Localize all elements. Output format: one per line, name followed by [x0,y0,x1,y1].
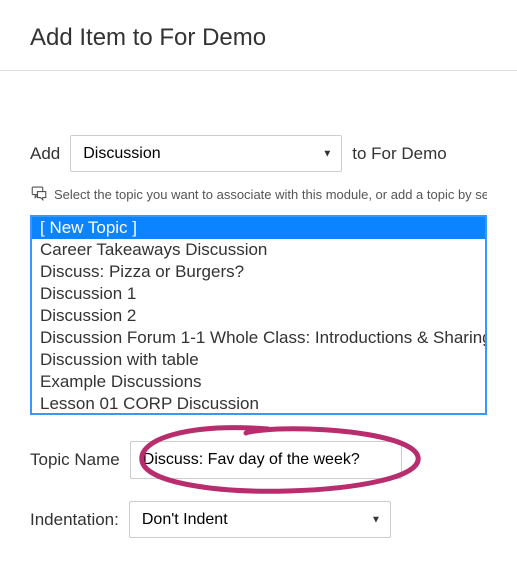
topic-option[interactable]: Discussion 1 [32,283,485,305]
helper-text: Select the topic you want to associate w… [54,187,487,202]
topic-option[interactable]: [ New Topic ] [32,217,485,239]
indentation-row: Indentation: Don't Indent [30,501,487,538]
indentation-select-input[interactable]: Don't Indent [129,501,391,538]
topic-option[interactable]: Discussion Forum 1-1 Whole Class: Introd… [32,327,485,349]
to-label: to For Demo [352,144,446,164]
add-label: Add [30,144,60,164]
indentation-select[interactable]: Don't Indent [129,501,391,538]
topic-name-row: Topic Name [30,441,487,479]
topic-option[interactable]: Career Takeaways Discussion [32,239,485,261]
add-type-select[interactable]: Discussion [70,135,342,172]
discussion-icon [30,184,48,205]
topic-option[interactable]: Example Discussions [32,371,485,393]
topic-name-label: Topic Name [30,450,120,470]
topics-listbox[interactable]: [ New Topic ]Career Takeaways Discussion… [30,215,487,415]
topic-option[interactable]: Lesson 01 CORP Discussion [32,393,485,415]
topic-option[interactable]: Discuss: Pizza or Burgers? [32,261,485,283]
page-title: Add Item to For Demo [30,24,487,52]
add-type-select-input[interactable]: Discussion [70,135,342,172]
topic-option[interactable]: Discussion with table [32,349,485,371]
topic-name-input[interactable] [130,441,402,479]
topic-option[interactable]: Discussion 2 [32,305,485,327]
add-row: Add Discussion to For Demo [30,135,487,172]
indentation-label: Indentation: [30,510,119,530]
helper-text-row: Select the topic you want to associate w… [30,184,487,205]
